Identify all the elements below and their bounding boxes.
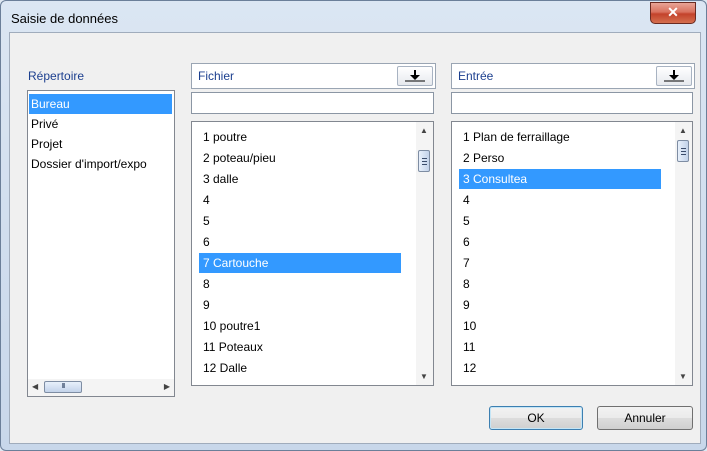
file-list-item[interactable]: 7 Cartouche xyxy=(199,253,401,273)
scroll-down-icon[interactable]: ▼ xyxy=(679,372,687,381)
scroll-left-icon[interactable]: ◀ xyxy=(32,382,38,391)
entry-input[interactable] xyxy=(451,92,693,114)
entry-download-button[interactable] xyxy=(656,66,692,86)
scroll-up-icon[interactable]: ▲ xyxy=(420,126,428,135)
entry-list-item[interactable]: 2 Perso xyxy=(459,148,661,168)
directory-list[interactable]: ◀ III ▶ Bureau Privé Projet Dossier d'impor… xyxy=(27,90,175,397)
title-bar[interactable]: Saisie de données ✕ xyxy=(1,1,706,35)
close-button[interactable]: ✕ xyxy=(650,2,696,24)
entry-list-item[interactable]: 1 Plan de ferraillage xyxy=(459,127,661,147)
vscroll-thumb[interactable] xyxy=(418,150,430,172)
file-list-item[interactable]: 8 xyxy=(199,274,401,294)
file-list-item[interactable]: 3 dalle xyxy=(199,169,401,189)
directory-list-item[interactable]: Dossier d'import/expo xyxy=(29,154,172,174)
file-list-item[interactable]: 11 Poteaux xyxy=(199,337,401,357)
entry-list[interactable]: ▲ ▼ 1 Plan de ferraillage 2 Perso 3 Consul… xyxy=(451,121,693,386)
entry-list-item[interactable]: 6 xyxy=(459,232,661,252)
hscroll-thumb[interactable]: III xyxy=(44,381,82,393)
directory-list-item[interactable]: Projet xyxy=(29,134,172,154)
ok-button[interactable]: OK xyxy=(489,406,583,430)
entry-list-item[interactable]: 9 xyxy=(459,295,661,315)
entry-list-item[interactable]: 4 xyxy=(459,190,661,210)
file-list-item[interactable]: 6 xyxy=(199,232,401,252)
file-header: Fichier xyxy=(191,63,436,89)
directory-list-item[interactable]: Bureau xyxy=(29,94,172,114)
file-list-item[interactable]: 9 xyxy=(199,295,401,315)
dialog-body: Répertoire ◀ III ▶ Bureau Privé Projet Doss… xyxy=(9,32,701,444)
directory-hscrollbar[interactable]: ◀ III ▶ xyxy=(28,379,174,396)
entry-list-item[interactable]: 8 xyxy=(459,274,661,294)
dialog-window: Saisie de données ✕ Répertoire ◀ III ▶ B… xyxy=(0,0,707,451)
file-label: Fichier xyxy=(198,69,235,83)
entry-list-item[interactable]: 7 xyxy=(459,253,661,273)
cancel-button[interactable]: Annuler xyxy=(597,406,693,430)
entry-label: Entrée xyxy=(458,69,494,83)
scroll-right-icon[interactable]: ▶ xyxy=(164,382,170,391)
file-list-item[interactable]: 5 xyxy=(199,211,401,231)
file-list-item[interactable]: 12 Dalle xyxy=(199,358,401,378)
download-icon xyxy=(405,70,425,82)
file-list[interactable]: ▲ ▼ 1 poutre 2 poteau/pieu 3 dalle 4 5 6 7 Car… xyxy=(191,121,434,386)
file-vscrollbar[interactable]: ▲ ▼ xyxy=(416,122,433,385)
file-list-item[interactable]: 1 poutre xyxy=(199,127,401,147)
scroll-up-icon[interactable]: ▲ xyxy=(679,126,687,135)
entry-header: Entrée xyxy=(451,63,695,89)
entry-list-item[interactable]: 3 Consultea xyxy=(459,169,661,189)
grip-icon: III xyxy=(61,383,66,390)
file-download-button[interactable] xyxy=(397,66,433,86)
close-icon: ✕ xyxy=(667,4,679,20)
file-list-item[interactable]: 2 poteau/pieu xyxy=(199,148,401,168)
entry-list-item[interactable]: 11 xyxy=(459,337,661,357)
vscroll-thumb[interactable] xyxy=(677,140,689,162)
directory-label: Répertoire xyxy=(28,69,85,83)
scroll-down-icon[interactable]: ▼ xyxy=(420,372,428,381)
entry-vscrollbar[interactable]: ▲ ▼ xyxy=(675,122,692,385)
file-list-item[interactable]: 4 xyxy=(199,190,401,210)
file-input[interactable] xyxy=(191,92,434,114)
entry-list-item[interactable]: 10 xyxy=(459,316,661,336)
file-list-item[interactable]: 10 poutre1 xyxy=(199,316,401,336)
directory-list-item[interactable]: Privé xyxy=(29,114,172,134)
download-icon xyxy=(664,70,684,82)
window-title: Saisie de données xyxy=(11,11,118,26)
entry-list-item[interactable]: 12 xyxy=(459,358,661,378)
entry-list-item[interactable]: 5 xyxy=(459,211,661,231)
